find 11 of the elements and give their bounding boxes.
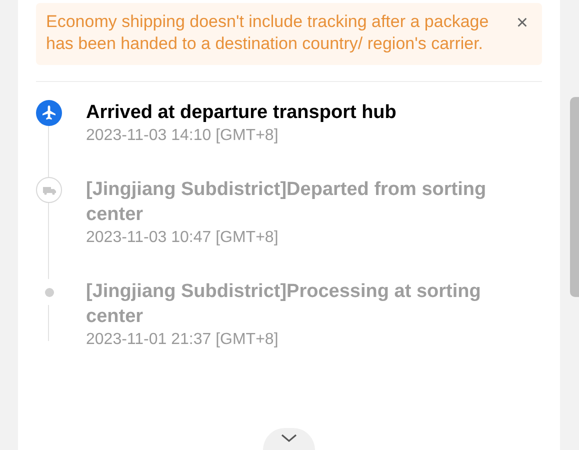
expand-button[interactable] [263,428,315,450]
event-time: 2023-11-01 21:37 [GMT+8] [86,330,280,350]
event-time: 2023-11-03 14:10 [GMT+8] [86,126,280,146]
event-time: 2023-11-03 10:47 [GMT+8] [86,228,280,248]
notice-text: Economy shipping doesn't include tracking after a package has been handed to a destination country/ region's carrier. [46,11,490,55]
airplane-icon [36,100,62,126]
chevron-down-icon [281,434,297,443]
close-button[interactable]: × [516,13,528,33]
event-title: [Jingjiang Subdistrict]Processing at sorting center [86,280,482,329]
event-title: [Jingjiang Subdistrict]Departed from sorting center [86,178,488,227]
event-title: Arrived at departure transport hub [86,101,396,125]
